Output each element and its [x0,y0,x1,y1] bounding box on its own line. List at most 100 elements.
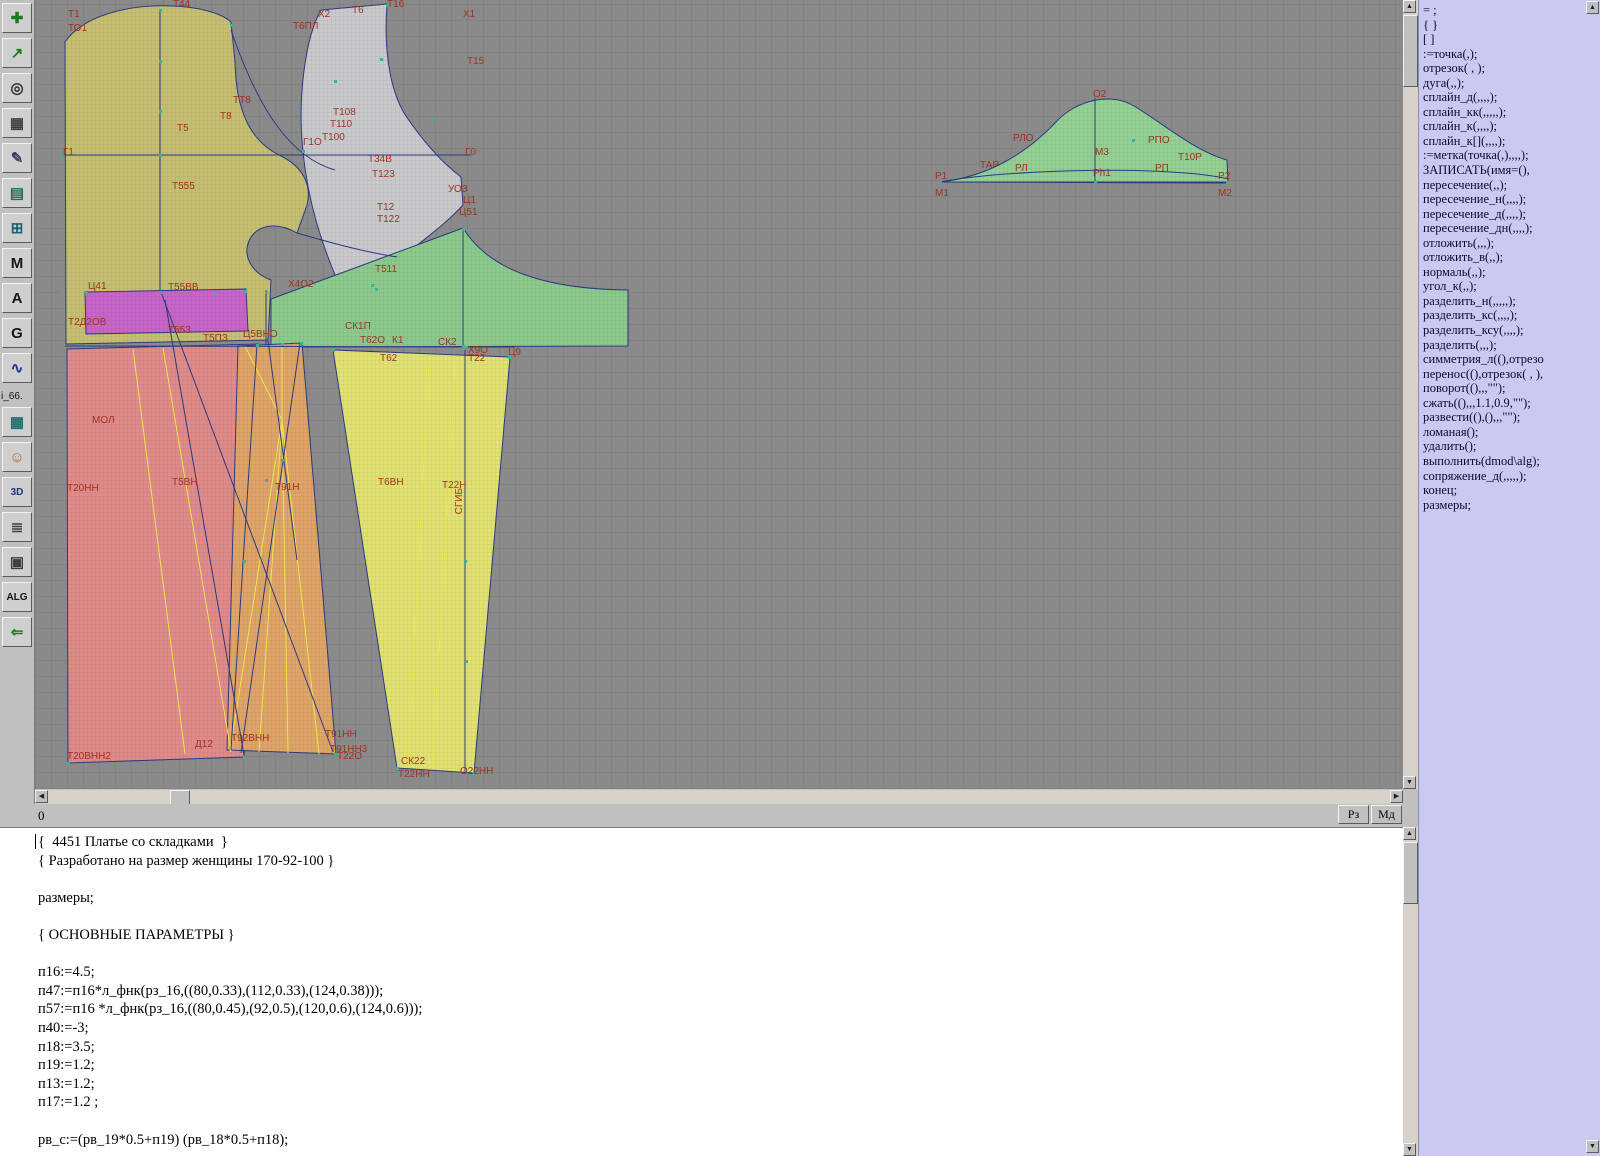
pattern-point-label: Г1О [303,138,322,148]
function-list-item[interactable]: = ; [1423,3,1600,18]
function-list-item[interactable]: пересечение_дн(,,,,); [1423,221,1600,236]
function-list-item[interactable]: развести((),(),,,""); [1423,410,1600,425]
pattern-point-label: О2 [1093,90,1106,100]
pencil-tool[interactable]: ✎ [2,143,32,173]
function-list-item[interactable]: разделить(,,,); [1423,338,1600,353]
rz-button[interactable]: Рз [1338,805,1369,824]
scroll-left-icon[interactable]: ◀ [35,790,48,803]
code-line: { Разработано на размер женщины 170-92-1… [38,852,1403,871]
function-list-item[interactable]: дуга(,,); [1423,76,1600,91]
grazia-g-tool[interactable]: G [2,318,32,348]
pattern-canvas[interactable]: Т1ТО1Т44Х2Т6Т16Х1Т6ПЛТ15ТТ8Т8Т108Т110Т5Т… [35,0,1403,789]
pattern-point-label: Т34В [368,155,392,165]
code-line: п16:=4.5; [38,963,1403,982]
layers-tool[interactable]: ≣ [2,512,32,542]
function-list-item[interactable]: симметрия_л((),отрезо [1423,352,1600,367]
grid-tool[interactable]: ▦ [2,108,32,138]
editor-vscroll-thumb[interactable] [1403,842,1418,904]
pan-tool[interactable]: ↗ [2,38,32,68]
function-list-item[interactable]: сплайн_к(,,,,); [1423,119,1600,134]
model-view-tool[interactable]: ☺ [2,442,32,472]
curve-tool[interactable]: ∿ [2,353,32,383]
function-list-item[interactable]: пересечение_н(,,,,); [1423,192,1600,207]
pattern-piece-skirt-side[interactable] [333,350,510,773]
pattern-point-label: Х2 [318,10,330,20]
scroll-down-icon[interactable]: ▼ [1586,1140,1599,1153]
function-list-item[interactable]: :=точка(,); [1423,47,1600,62]
measurements-tool[interactable]: M [2,248,32,278]
function-list-item[interactable]: угол_к(,,); [1423,279,1600,294]
function-list-item[interactable]: пересечение_д(,,,,); [1423,207,1600,222]
function-list-item[interactable]: пересечение(,,); [1423,178,1600,193]
function-list-item[interactable]: выполнить(dmod\alg); [1423,454,1600,469]
function-list-item[interactable]: { } [1423,18,1600,33]
add-point-tool[interactable]: ✚ [2,3,32,33]
pattern-point-label: Т100 [322,133,345,143]
scroll-right-icon[interactable]: ▶ [1390,790,1403,803]
editor-vertical-scrollbar[interactable]: ▲ ▼ [1403,827,1418,1156]
function-list-item[interactable]: разделить_н(,,,,,); [1423,294,1600,309]
md-button[interactable]: Мд [1371,805,1402,824]
function-list-item[interactable]: разделить_кс(,,,,); [1423,308,1600,323]
function-list-panel: = ;{ }[ ]:=точка(,);отрезок( , );дуга(,,… [1418,0,1600,1156]
pattern-point-label: Рh1 [1093,169,1111,179]
3d-tool[interactable]: 3D [2,477,32,507]
pattern-point-label: Т122 [377,215,400,225]
function-list-item[interactable]: сплайн_д(,,,,); [1423,90,1600,105]
scroll-down-icon[interactable]: ▼ [1403,1143,1416,1156]
code-line: п57:=п16 *л_фнк(рз_16,((80,0.45),(92,0.5… [38,1000,1403,1019]
notebook-tool[interactable]: ▤ [2,178,32,208]
scroll-down-icon[interactable]: ▼ [1403,776,1416,789]
pattern-point-label: Т12 [377,203,394,213]
scroll-up-icon[interactable]: ▲ [1403,0,1416,13]
canvas-horizontal-scrollbar[interactable]: ◀ ▶ [35,790,1403,804]
pattern-point-label: Д12 [195,740,213,750]
function-list-item[interactable]: размеры; [1423,498,1600,513]
pattern-point-label: Ц41 [88,282,107,292]
table-tool[interactable]: ▦ [2,407,32,437]
function-list-item[interactable]: сопряжение_д(,,,,,); [1423,469,1600,484]
zoom-tool[interactable]: ◎ [2,73,32,103]
function-list-item[interactable]: перенос((),отрезок( , ), [1423,367,1600,382]
function-list-item[interactable]: разделить_ксу(,,,,); [1423,323,1600,338]
pattern-point-label: Т123 [372,170,395,180]
drafting-a-tool[interactable]: A [2,283,32,313]
function-list-item[interactable]: удалить(); [1423,439,1600,454]
pattern-point-label: Х4О2 [288,280,314,290]
function-list-item[interactable]: сплайн_кк(,,,,,); [1423,105,1600,120]
function-list-item[interactable]: ЗАПИСАТЬ(имя=(), [1423,163,1600,178]
canvas-hscroll-thumb[interactable] [170,790,190,805]
pattern-point-label: Т22 [468,354,485,364]
toolbar-file-label: i_66. [0,388,34,406]
print-tool[interactable]: ▣ [2,547,32,577]
pattern-point-label: СК2 [438,338,457,348]
function-list-item[interactable]: поворот((),,,""); [1423,381,1600,396]
pattern-point-label: Т44 [173,0,190,10]
function-list-item[interactable]: :=метка(точка(,),,,,); [1423,148,1600,163]
pattern-point-label: Т6ПЛ [293,22,318,32]
code-line: размеры; [38,889,1403,908]
algorithm-editor[interactable]: { 4451 Платье со складками }{ Разработан… [0,827,1403,1156]
alg-tool[interactable]: ALG [2,582,32,612]
calculator-tool[interactable]: ⊞ [2,213,32,243]
function-list-item[interactable]: сжать((),,,1.1,0.9,""); [1423,396,1600,411]
function-list-item[interactable]: отложить_в(,,); [1423,250,1600,265]
canvas-vscroll-thumb[interactable] [1403,15,1418,87]
scroll-up-icon[interactable]: ▲ [1586,1,1599,14]
back-arrow-tool[interactable]: ⇐ [2,617,32,647]
function-list-item[interactable]: отложить(,,,); [1423,236,1600,251]
canvas-vertical-scrollbar[interactable]: ▲ ▼ [1403,0,1418,789]
pattern-point-label: Т8 [220,112,232,122]
function-list-item[interactable]: отрезок( , ); [1423,61,1600,76]
pattern-point-label: ТТ8 [233,96,251,106]
function-list-item[interactable]: нормаль(,,); [1423,265,1600,280]
function-list-item[interactable]: конец; [1423,483,1600,498]
left-toolbar: ✚ ↗ ◎ ▦ ✎ ▤ ⊞ MAG ∿ i_66. ▦ ☺ 3D ≣ ▣ ALG ⇐ [0,0,35,804]
code-line: п18:=3.5; [38,1038,1403,1057]
function-list-item[interactable]: ломаная(); [1423,425,1600,440]
scroll-up-icon[interactable]: ▲ [1403,827,1416,840]
pattern-point-label: Т6 [352,6,364,16]
function-list-item[interactable]: [ ] [1423,32,1600,47]
text-caret [35,834,36,849]
function-list-item[interactable]: сплайн_к[](,,,,); [1423,134,1600,149]
